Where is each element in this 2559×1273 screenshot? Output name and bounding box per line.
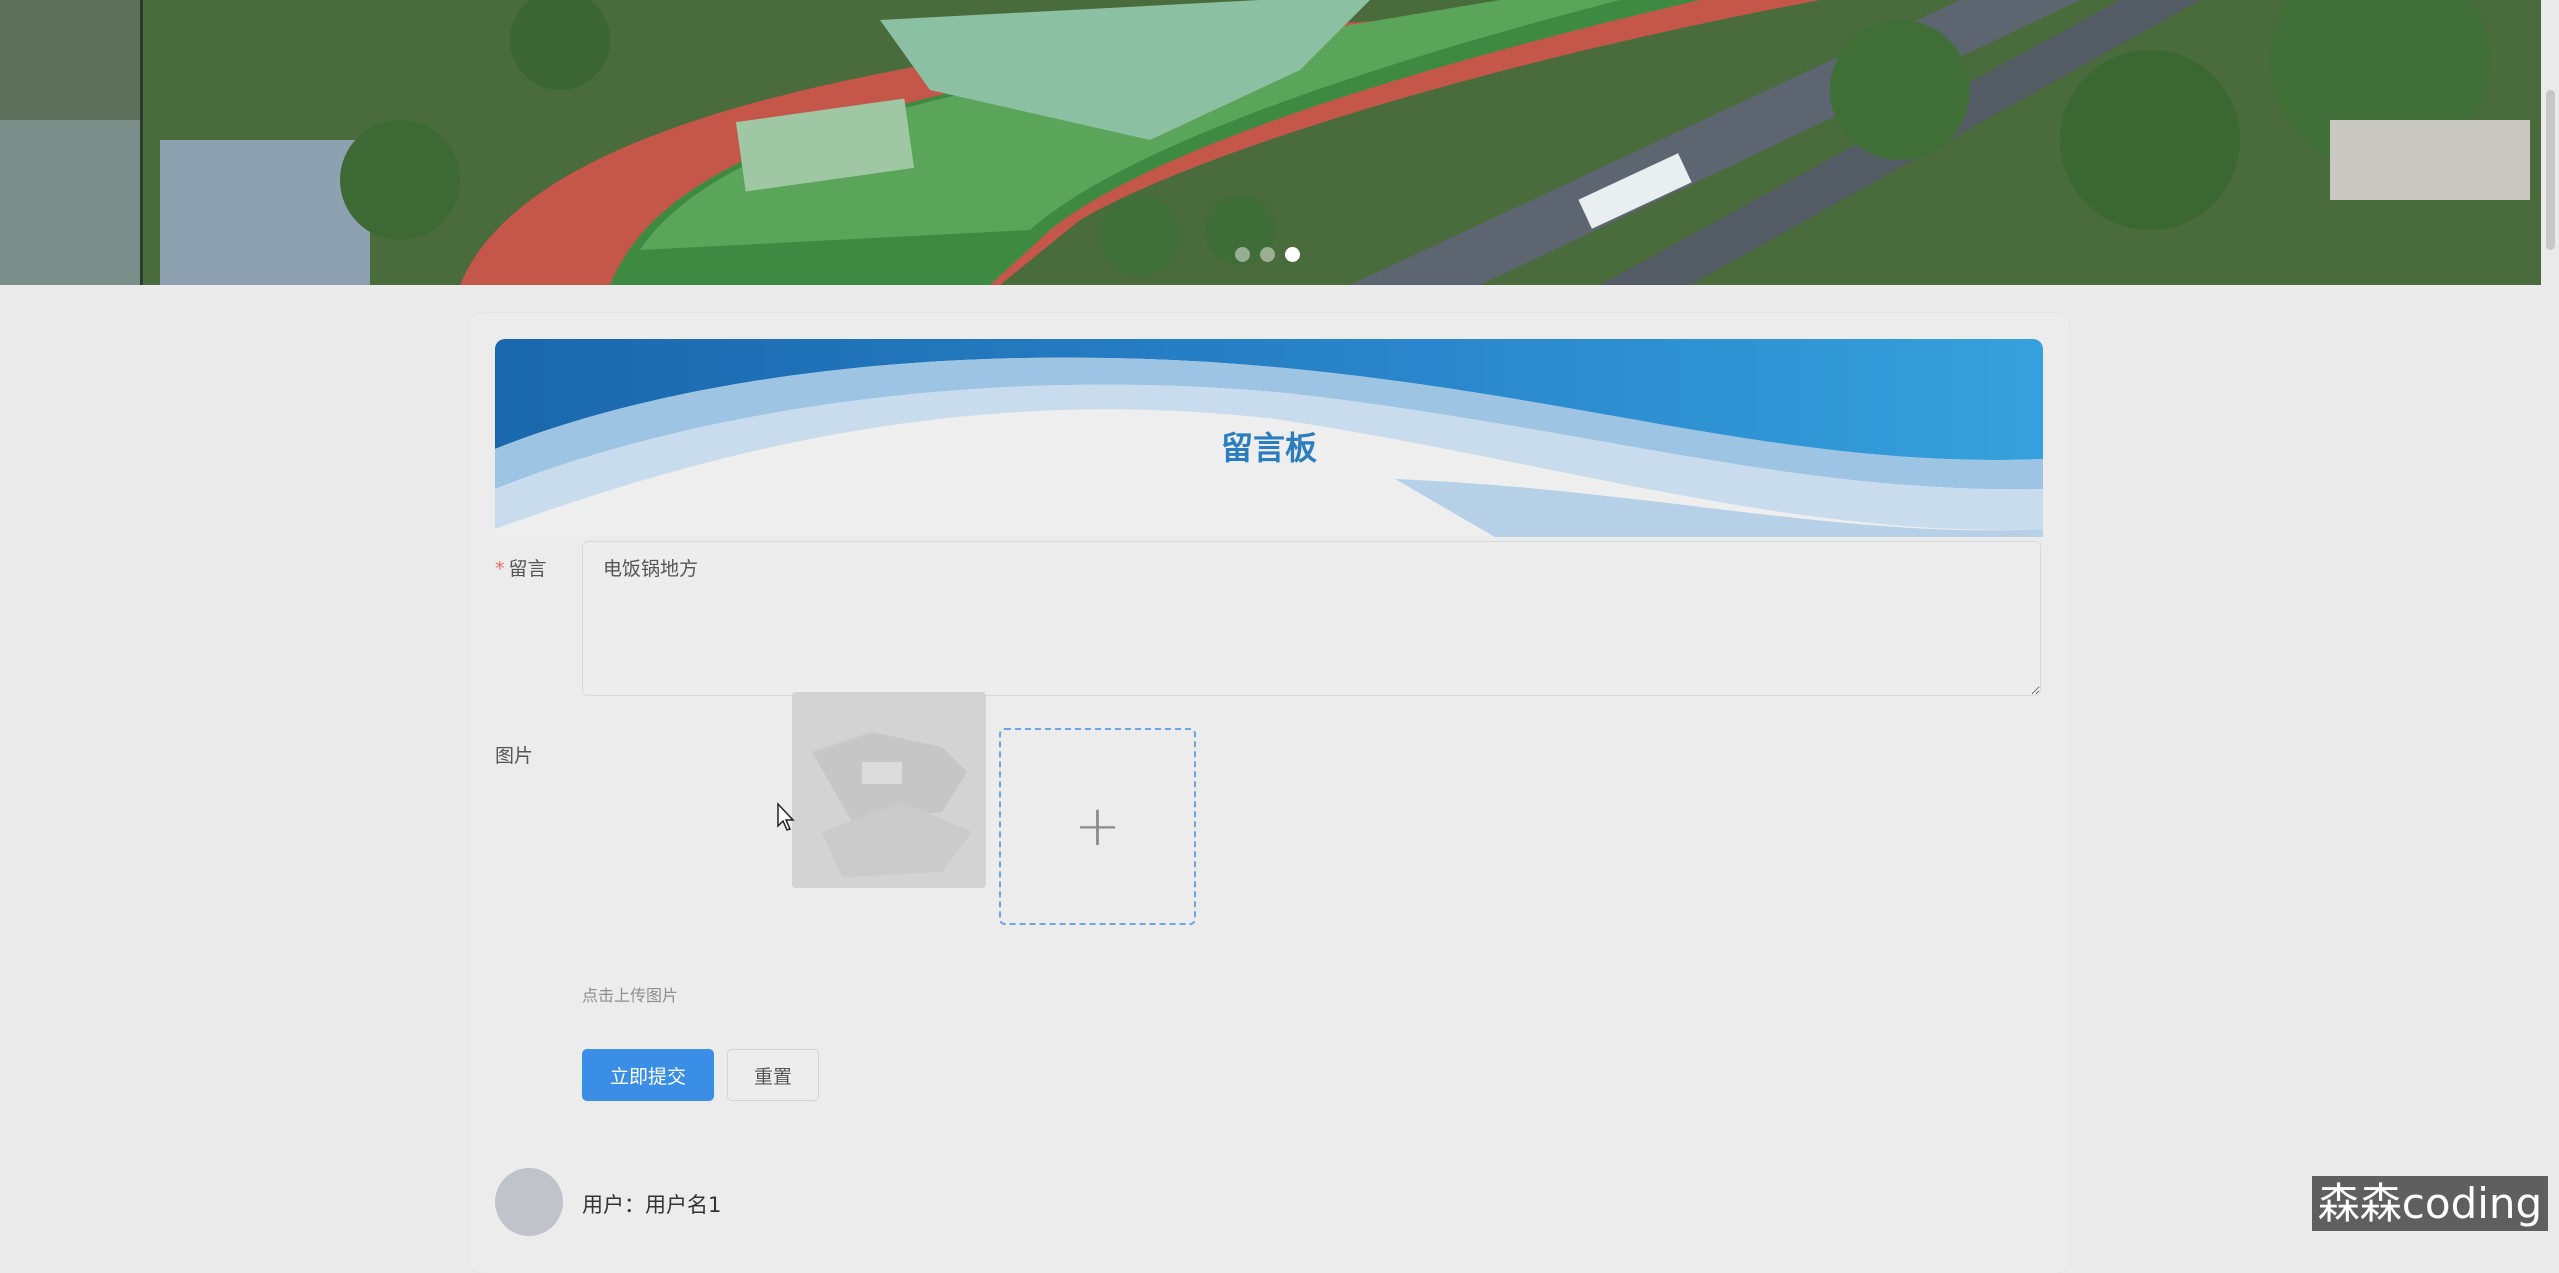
reset-button[interactable]: 重置: [727, 1049, 819, 1101]
carousel-dot[interactable]: [1260, 247, 1275, 262]
campus-aerial-image: [0, 0, 2559, 285]
image-label: 图片: [495, 745, 534, 767]
message-label: * 留言: [495, 554, 547, 581]
image-preview: [792, 692, 986, 888]
page-title: 留言板: [1220, 429, 1317, 467]
message-label-text: 留言: [508, 558, 547, 580]
uploaded-image-thumbnail[interactable]: [792, 692, 986, 888]
comment-user-name: 用户：用户名1: [582, 1193, 722, 1217]
image-upload-trigger[interactable]: +: [999, 728, 1196, 925]
banner-carousel[interactable]: [0, 0, 2559, 285]
plus-icon: +: [1074, 794, 1121, 859]
required-mark: *: [495, 558, 505, 580]
message-textarea[interactable]: 电饭锅地方: [582, 541, 2041, 696]
carousel-dot-active[interactable]: [1285, 247, 1300, 262]
avatar: [495, 1168, 563, 1236]
watermark: 森森coding: [2312, 1176, 2548, 1231]
message-board-header: 留言板: [495, 339, 2043, 537]
scrollbar-thumb[interactable]: [2546, 90, 2555, 250]
carousel-indicators: [1235, 247, 1300, 262]
submit-button[interactable]: 立即提交: [582, 1049, 714, 1101]
upload-hint: 点击上传图片: [582, 986, 679, 1005]
mouse-cursor-icon: [777, 802, 795, 831]
carousel-dot[interactable]: [1235, 247, 1250, 262]
